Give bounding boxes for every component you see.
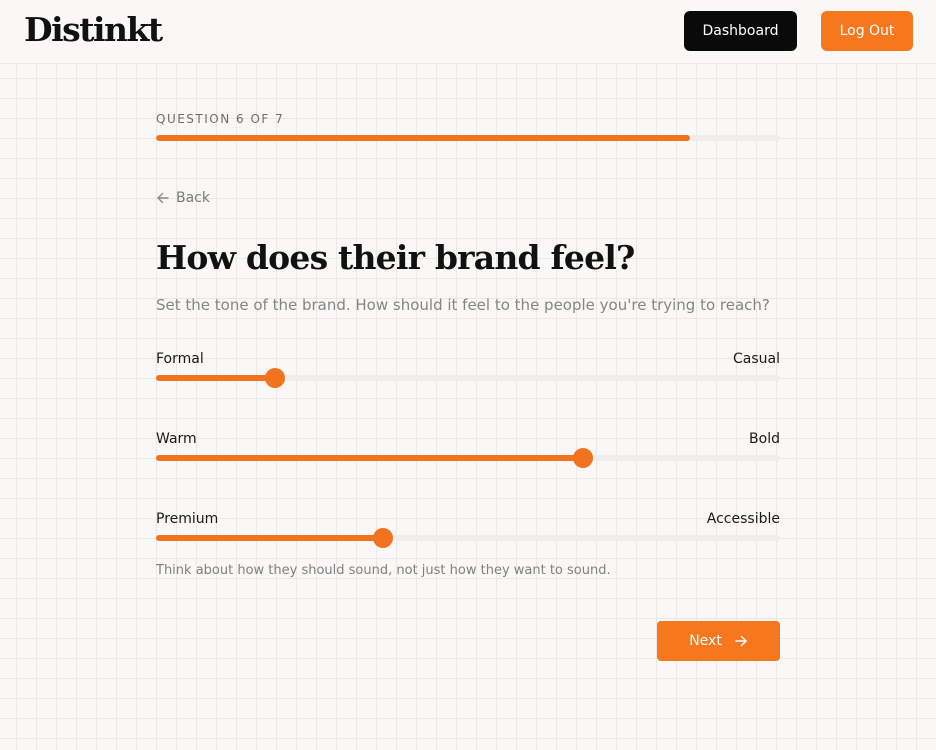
question-subtitle: Set the tone of the brand. How should it… [156, 296, 770, 314]
slider-right-label: Bold [749, 431, 780, 447]
top-nav: Distinkt Dashboard Log Out [0, 0, 936, 64]
question-counter: QUESTION 6 OF 7 [156, 112, 285, 126]
arrow-left-icon [156, 191, 170, 205]
question-title: How does their brand feel? [156, 238, 635, 277]
progress-bar [156, 135, 780, 141]
slider-fill [156, 535, 383, 541]
progress-fill [156, 135, 691, 141]
slider-track[interactable] [156, 368, 780, 388]
arrow-right-icon [734, 634, 748, 648]
slider-track[interactable] [156, 528, 780, 548]
next-button[interactable]: Next [657, 621, 780, 661]
back-link[interactable]: Back [156, 190, 210, 206]
logout-button[interactable]: Log Out [821, 11, 913, 51]
slider-right-label: Accessible [706, 511, 780, 527]
slider-right-label: Casual [733, 351, 780, 367]
slider-premium-accessible: Premium Accessible [156, 511, 780, 559]
slider-thumb[interactable] [372, 528, 393, 548]
next-label: Next [689, 633, 722, 649]
back-label: Back [176, 190, 210, 206]
dashboard-button[interactable]: Dashboard [684, 11, 797, 51]
slider-left-label: Formal [156, 351, 204, 367]
slider-fill [156, 455, 584, 461]
hint-text: Think about how they should sound, not j… [156, 563, 611, 578]
slider-fill [156, 375, 275, 381]
slider-track[interactable] [156, 448, 780, 468]
slider-warm-bold: Warm Bold [156, 431, 780, 479]
slider-formal-casual: Formal Casual [156, 351, 780, 399]
slider-thumb[interactable] [573, 448, 594, 468]
slider-left-label: Premium [156, 511, 219, 527]
slider-left-label: Warm [156, 431, 197, 447]
slider-thumb[interactable] [264, 368, 285, 388]
logo[interactable]: Distinkt [24, 10, 163, 49]
